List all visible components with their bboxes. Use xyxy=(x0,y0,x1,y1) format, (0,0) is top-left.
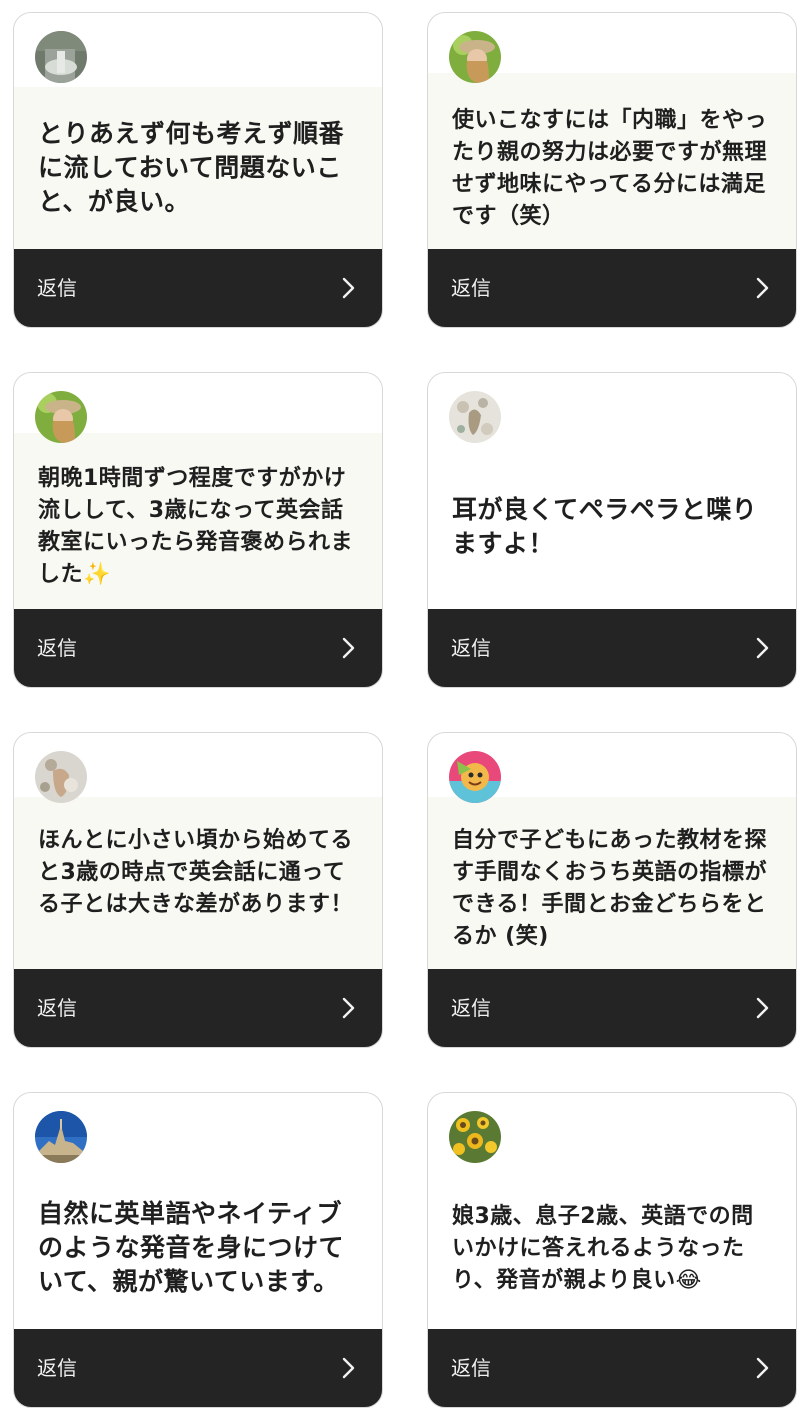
review-grid: とりあえず何も考えず順番に流しておいて問題ないこと、が良い。 返信 使いこなすに… xyxy=(0,0,800,1422)
reply-bar[interactable]: 返信 xyxy=(14,969,382,1047)
chevron-right-icon xyxy=(342,1357,356,1379)
chevron-right-icon xyxy=(756,997,770,1019)
review-card: とりあえず何も考えず順番に流しておいて問題ないこと、が良い。 返信 xyxy=(13,12,383,328)
reply-bar[interactable]: 返信 xyxy=(14,1329,382,1407)
review-message: 使いこなすには「内職」をやったり親の努力は必要ですが無理せず地味にやってる分には… xyxy=(452,108,768,229)
review-card: ほんとに小さい頃から始めてると3歳の時点で英会話に通ってる子とは大きな差がありま… xyxy=(13,732,383,1048)
review-message: 娘3歳、息子2歳、英語での問いかけに答えれるようなったり、発音が親より良い😂 xyxy=(452,1204,754,1293)
reply-label: 返信 xyxy=(37,276,77,300)
review-card: 朝晩1時間ずつ程度ですがかけ流しして、3歳になって英会話教室にいったら発音褒めら… xyxy=(13,372,383,688)
reply-bar[interactable]: 返信 xyxy=(14,609,382,687)
chevron-right-icon xyxy=(342,637,356,659)
reply-label: 返信 xyxy=(451,996,491,1020)
reply-bar[interactable]: 返信 xyxy=(428,249,796,327)
reply-label: 返信 xyxy=(451,1356,491,1380)
user-avatar xyxy=(449,31,501,83)
reply-label: 返信 xyxy=(37,996,77,1020)
review-message: ほんとに小さい頃から始めてると3歳の時点で英会話に通ってる子とは大きな差がありま… xyxy=(38,828,354,917)
review-message: とりあえず何も考えず順番に流しておいて問題ないこと、が良い。 xyxy=(38,119,345,216)
user-avatar xyxy=(449,1111,501,1163)
reply-bar[interactable]: 返信 xyxy=(14,249,382,327)
reply-label: 返信 xyxy=(37,1356,77,1380)
chevron-right-icon xyxy=(342,997,356,1019)
review-card: 自然に英単語やネイティブのような発音を身につけていて、親が驚いています。 返信 xyxy=(13,1092,383,1408)
user-avatar xyxy=(449,391,501,443)
reply-bar[interactable]: 返信 xyxy=(428,969,796,1047)
chevron-right-icon xyxy=(756,637,770,659)
reply-label: 返信 xyxy=(37,636,77,660)
user-avatar xyxy=(35,391,87,443)
review-message: 耳が良くてペラペラと喋りますよ！ xyxy=(452,495,758,558)
user-avatar xyxy=(35,31,87,83)
review-message: 朝晩1時間ずつ程度ですがかけ流しして、3歳になって英会話教室にいったら発音褒めら… xyxy=(38,466,354,587)
review-card: 自分で子どもにあった教材を探す手間なくおうち英語の指標ができる！手間とお金どちら… xyxy=(427,732,797,1048)
user-avatar xyxy=(35,751,87,803)
reply-label: 返信 xyxy=(451,636,491,660)
review-card: 耳が良くてペラペラと喋りますよ！ 返信 xyxy=(427,372,797,688)
review-message: 自分で子どもにあった教材を探す手間なくおうち英語の指標ができる！手間とお金どちら… xyxy=(452,828,768,949)
chevron-right-icon xyxy=(756,1357,770,1379)
reply-bar[interactable]: 返信 xyxy=(428,1329,796,1407)
reply-bar[interactable]: 返信 xyxy=(428,609,796,687)
review-message: 自然に英単語やネイティブのような発音を身につけていて、親が驚いています。 xyxy=(38,1199,345,1296)
chevron-right-icon xyxy=(756,277,770,299)
review-card: 使いこなすには「内職」をやったり親の努力は必要ですが無理せず地味にやってる分には… xyxy=(427,12,797,328)
chevron-right-icon xyxy=(342,277,356,299)
user-avatar xyxy=(35,1111,87,1163)
user-avatar xyxy=(449,751,501,803)
review-card: 娘3歳、息子2歳、英語での問いかけに答えれるようなったり、発音が親より良い😂 返… xyxy=(427,1092,797,1408)
reply-label: 返信 xyxy=(451,276,491,300)
